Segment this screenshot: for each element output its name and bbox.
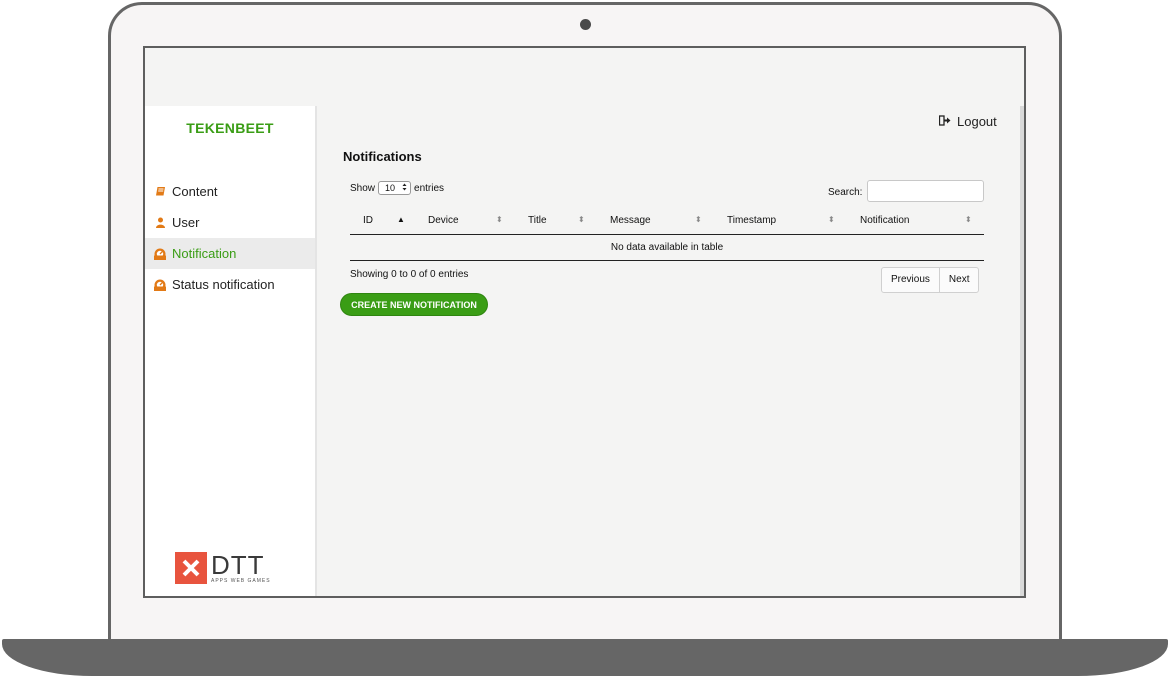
brand-title: TEKENBEET bbox=[186, 120, 274, 136]
column-header-device[interactable]: Device bbox=[428, 215, 459, 226]
search-input[interactable] bbox=[867, 180, 984, 202]
sidebar-item-label: User bbox=[172, 215, 200, 230]
sidebar-item-label: Notification bbox=[172, 246, 237, 261]
sort-icon: ⬍ bbox=[578, 215, 585, 224]
camera-icon bbox=[580, 19, 591, 30]
dashboard-icon bbox=[154, 248, 166, 260]
sidebar-item-user[interactable]: User bbox=[145, 207, 315, 238]
sidebar-item-label: Status notification bbox=[172, 277, 275, 292]
show-label: Show bbox=[350, 182, 376, 194]
dtt-logo: DTT APPS WEB GAMES bbox=[175, 552, 271, 584]
sign-out-icon bbox=[938, 114, 951, 129]
sort-icon: ⬍ bbox=[965, 215, 972, 224]
book-icon bbox=[154, 186, 166, 198]
entries-select[interactable]: 10 bbox=[378, 181, 412, 195]
sort-icon: ⬍ bbox=[695, 215, 702, 224]
search-label: Search: bbox=[828, 187, 863, 198]
logo-tagline: APPS WEB GAMES bbox=[211, 578, 271, 584]
page-title: Notifications bbox=[343, 149, 422, 164]
screen: TEKENBEET Content User Notification Stat… bbox=[143, 46, 1026, 598]
pagination: Previous Next bbox=[881, 267, 980, 293]
sidebar-nav: Content User Notification Status notific… bbox=[145, 176, 315, 300]
sidebar-item-status-notification[interactable]: Status notification bbox=[145, 269, 315, 300]
column-header-title[interactable]: Title bbox=[528, 215, 547, 226]
create-notification-button[interactable]: CREATE NEW NOTIFICATION bbox=[340, 293, 488, 316]
next-button[interactable]: Next bbox=[940, 268, 979, 292]
user-icon bbox=[154, 217, 166, 229]
column-header-id[interactable]: ID bbox=[363, 215, 373, 226]
sidebar: TEKENBEET Content User Notification Stat… bbox=[145, 106, 317, 596]
empty-table-message: No data available in table bbox=[350, 235, 984, 261]
column-header-timestamp[interactable]: Timestamp bbox=[727, 215, 776, 226]
logout-label: Logout bbox=[957, 114, 997, 129]
dashboard-icon bbox=[154, 279, 166, 291]
column-header-message[interactable]: Message bbox=[610, 215, 651, 226]
sort-asc-icon: ▲ bbox=[397, 215, 405, 224]
logout-button[interactable]: Logout bbox=[938, 114, 997, 129]
sort-icon: ⬍ bbox=[828, 215, 835, 224]
entries-value: 10 bbox=[385, 183, 396, 193]
sort-icon: ⬍ bbox=[496, 215, 503, 224]
column-header-notification[interactable]: Notification bbox=[860, 215, 909, 226]
entries-label: entries bbox=[414, 182, 445, 194]
previous-button[interactable]: Previous bbox=[882, 268, 940, 292]
notifications-table: ID ▲ Device ⬍ Title ⬍ Message ⬍ Timestam… bbox=[350, 208, 984, 261]
dtt-logo-mark-icon bbox=[175, 552, 207, 584]
table-header: ID ▲ Device ⬍ Title ⬍ Message ⬍ Timestam… bbox=[350, 208, 984, 235]
table-info: Showing 0 to 0 of 0 entries bbox=[350, 269, 469, 280]
logo-name: DTT bbox=[211, 550, 265, 580]
laptop-base bbox=[2, 639, 1168, 676]
sidebar-item-content[interactable]: Content bbox=[145, 176, 315, 207]
length-control: Show 10 entries bbox=[350, 181, 444, 195]
sidebar-item-notification[interactable]: Notification bbox=[145, 238, 315, 269]
sidebar-item-label: Content bbox=[172, 184, 218, 199]
select-arrows-icon bbox=[402, 183, 407, 193]
scrollbar[interactable] bbox=[1020, 106, 1024, 596]
